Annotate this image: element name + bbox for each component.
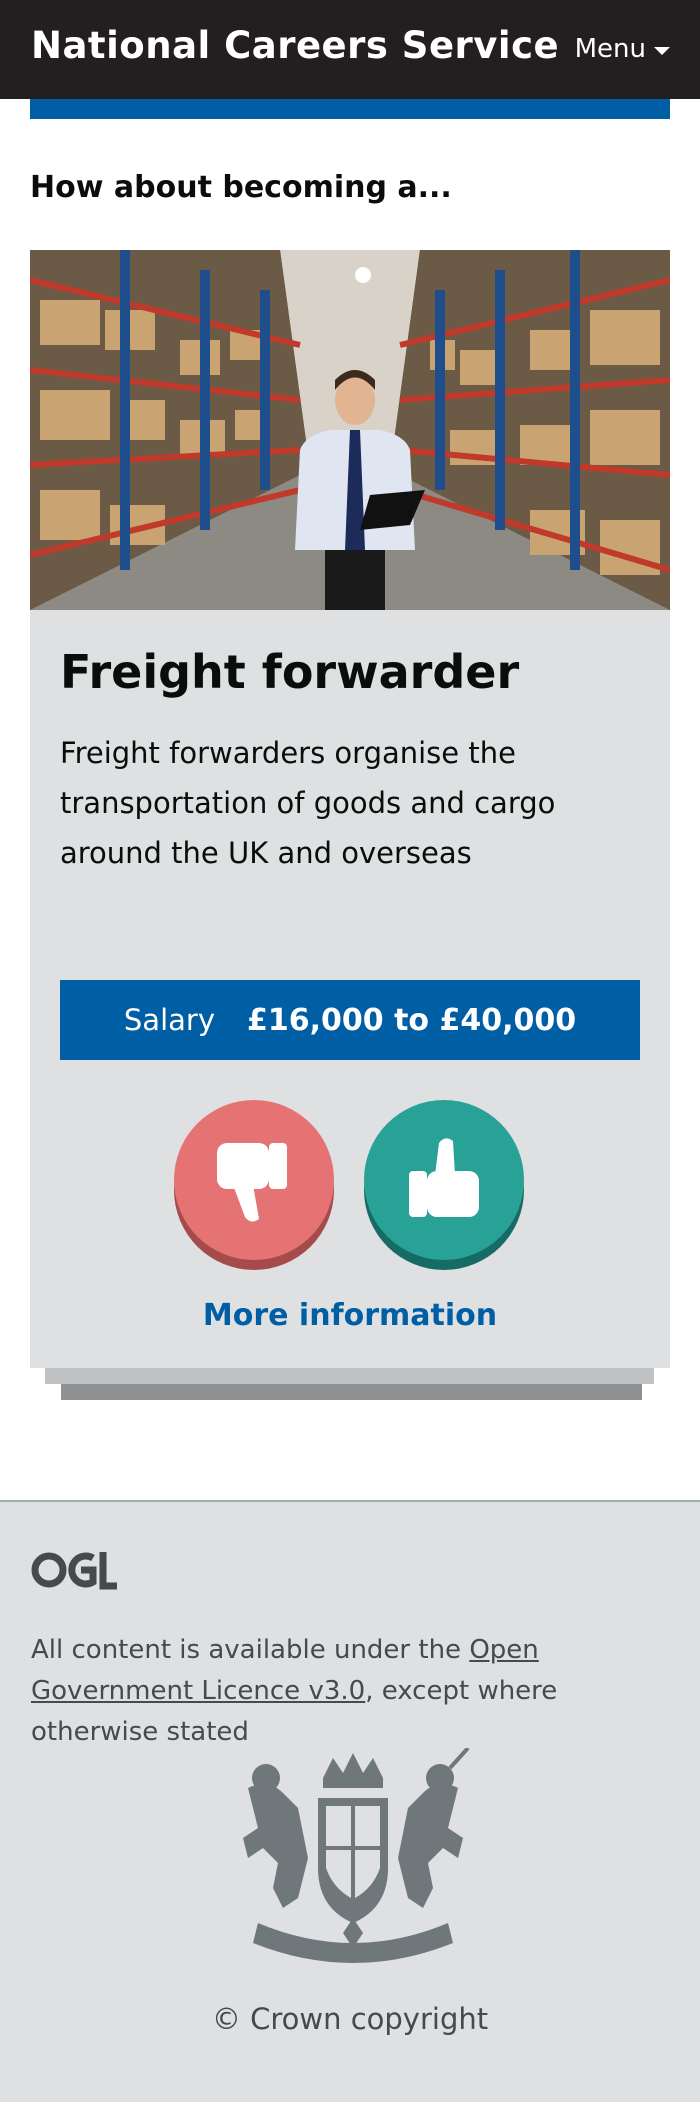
ogl-logo[interactable] (31, 1550, 117, 1590)
site-header: National Careers Service Menu (0, 0, 700, 99)
card-stack-shadow (61, 1384, 642, 1400)
copyright-text: © Crown copyright (211, 2002, 489, 2036)
site-title[interactable]: National Careers Service (31, 24, 559, 67)
licence-prefix: All content is available under the (31, 1635, 470, 1665)
dislike-button[interactable] (174, 1100, 334, 1270)
like-button[interactable] (364, 1100, 524, 1270)
salary-value: £16,000 to £40,000 (246, 1002, 577, 1038)
royal-coat-of-arms-icon (243, 1748, 470, 1963)
site-footer: All content is available under the Open … (0, 1500, 700, 2102)
job-photo (30, 250, 670, 610)
job-description: Freight forwarders organise the transpor… (60, 736, 556, 870)
menu-label: Menu (574, 34, 646, 64)
more-information-link[interactable]: More information (30, 1298, 670, 1333)
salary-label: Salary (123, 1003, 215, 1037)
header-accent-bar (30, 99, 670, 119)
menu-button[interactable]: Menu (575, 34, 670, 64)
licence-text: All content is available under the Open … (31, 1630, 671, 1753)
job-title: Freight forwarder (60, 645, 520, 699)
salary-bar: Salary £16,000 to £40,000 (60, 980, 640, 1060)
thumbs-up-icon (409, 1138, 479, 1217)
card-stack-shadow (45, 1368, 654, 1384)
job-card: Freight forwarder Freight forwarders org… (30, 250, 670, 1368)
section-heading: How about becoming a... (30, 170, 452, 205)
thumbs-down-icon (217, 1143, 287, 1222)
caret-down-icon (654, 46, 670, 55)
